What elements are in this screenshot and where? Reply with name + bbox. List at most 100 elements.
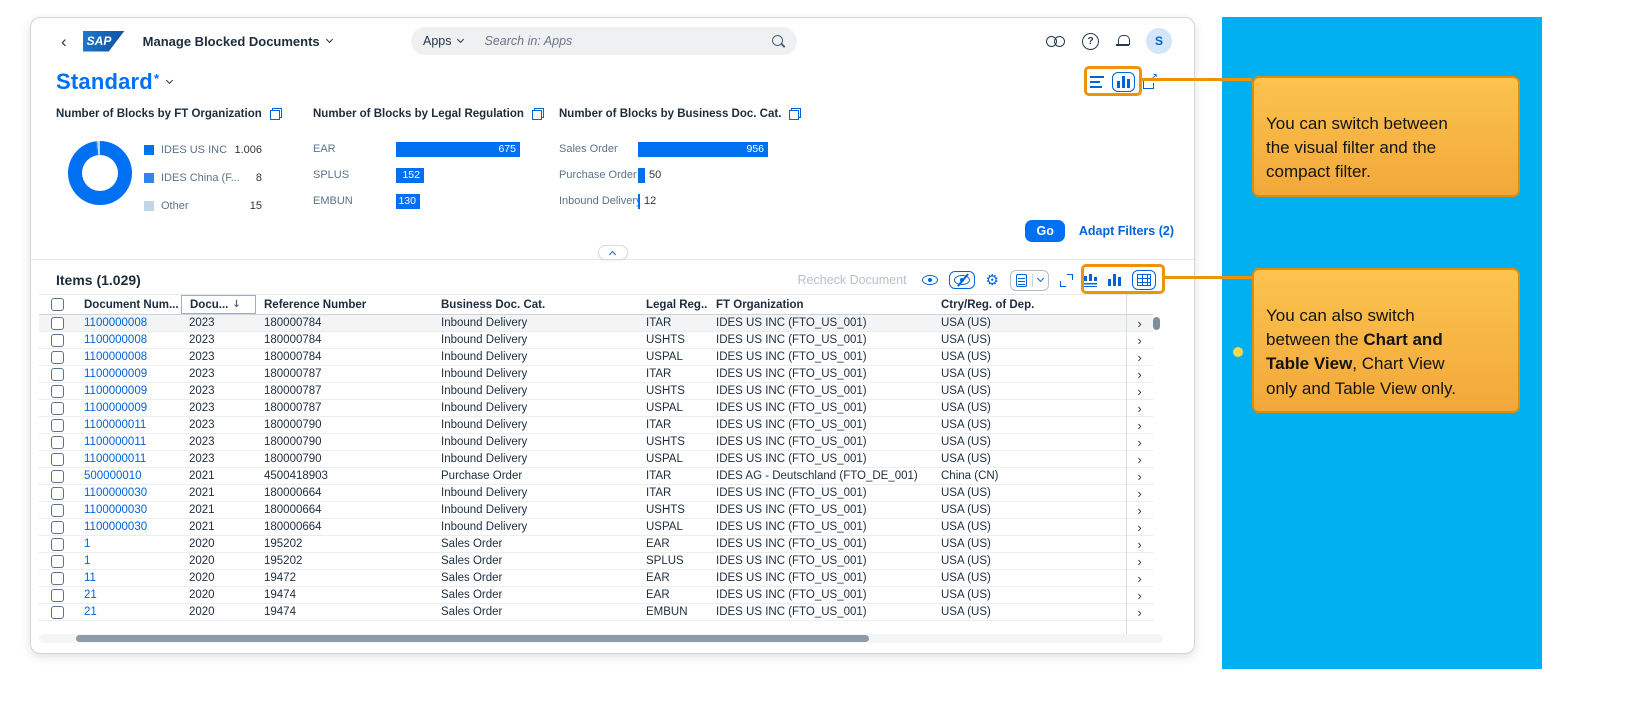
fullscreen-expand-icon[interactable] bbox=[1060, 273, 1073, 287]
table-row[interactable]: 500000010 2021 4500418903 Purchase Order ITA… bbox=[39, 468, 1153, 485]
collapse-header-button[interactable] bbox=[597, 245, 628, 260]
bar[interactable]: 130 bbox=[396, 193, 420, 209]
row-details-chevron[interactable]: › bbox=[1126, 571, 1153, 586]
table-row[interactable]: 1100000011 2023 180000790 Inbound Delivery I… bbox=[39, 417, 1153, 434]
export-split-button[interactable] bbox=[1010, 269, 1049, 291]
row-details-chevron[interactable]: › bbox=[1126, 316, 1153, 331]
row-details-chevron[interactable]: › bbox=[1126, 486, 1153, 501]
avatar[interactable]: S bbox=[1146, 28, 1172, 54]
document-number-link[interactable]: 1100000009 bbox=[76, 368, 181, 380]
document-number-link[interactable]: 1100000008 bbox=[76, 317, 181, 329]
document-number-link[interactable]: 1100000009 bbox=[76, 385, 181, 397]
horizontal-scrollbar-thumb[interactable] bbox=[76, 635, 869, 642]
table-row[interactable]: 1 2020 195202 Sales Order EAR IDES US INC (FT… bbox=[39, 536, 1153, 553]
row-details-chevron[interactable]: › bbox=[1126, 384, 1153, 399]
document-number-link[interactable]: 1100000030 bbox=[76, 504, 181, 516]
row-checkbox[interactable] bbox=[51, 605, 64, 619]
row-checkbox[interactable] bbox=[51, 435, 64, 449]
back-icon[interactable]: ‹ bbox=[61, 33, 67, 50]
bar[interactable]: 956 bbox=[638, 141, 768, 157]
row-details-chevron[interactable]: › bbox=[1126, 418, 1153, 433]
row-checkbox[interactable] bbox=[51, 503, 64, 517]
bar-row[interactable]: Purchase Order 50 bbox=[559, 162, 811, 188]
col-header-country[interactable]: Ctry/Reg. of Dep. bbox=[933, 299, 1126, 311]
row-checkbox[interactable] bbox=[51, 367, 64, 381]
table-row[interactable]: 1100000030 2021 180000664 Inbound Delivery U… bbox=[39, 502, 1153, 519]
document-number-link[interactable]: 1 bbox=[76, 538, 181, 550]
col-header-legal-regulation[interactable]: Legal Reg... bbox=[638, 299, 708, 311]
horizontal-scrollbar[interactable] bbox=[39, 634, 1163, 643]
document-number-link[interactable]: 11 bbox=[76, 572, 181, 584]
row-details-chevron[interactable]: › bbox=[1126, 367, 1153, 382]
table-row[interactable]: 1 2020 195202 Sales Order SPLUS IDES US INC (… bbox=[39, 553, 1153, 570]
binoculars-icon[interactable] bbox=[1046, 36, 1065, 47]
row-checkbox[interactable] bbox=[51, 401, 64, 415]
document-number-link[interactable]: 1 bbox=[76, 555, 181, 567]
legend-item[interactable]: IDES US INC (... 1.006 bbox=[144, 136, 262, 164]
legend-item[interactable]: Other 15 bbox=[144, 192, 262, 220]
row-details-chevron[interactable]: › bbox=[1126, 537, 1153, 552]
hide-details-button[interactable] bbox=[948, 271, 975, 289]
table-row[interactable]: 1100000030 2021 180000664 Inbound Delivery I… bbox=[39, 485, 1153, 502]
table-row[interactable]: 1100000009 2023 180000787 Inbound Delivery U… bbox=[39, 400, 1153, 417]
settings-gear-icon[interactable]: ⚙ bbox=[986, 272, 999, 288]
table-row[interactable]: 1100000030 2021 180000664 Inbound Delivery U… bbox=[39, 519, 1153, 536]
bar[interactable]: 675 bbox=[396, 141, 520, 157]
vertical-scrollbar-thumb[interactable] bbox=[1153, 317, 1160, 330]
chevron-down-icon[interactable] bbox=[165, 76, 174, 84]
document-number-link[interactable]: 1100000011 bbox=[76, 419, 181, 431]
row-checkbox[interactable] bbox=[51, 588, 64, 602]
variant-title[interactable]: Standard bbox=[56, 69, 153, 95]
ft-org-donut[interactable] bbox=[68, 141, 132, 205]
search-icon[interactable] bbox=[772, 34, 785, 48]
search-input[interactable]: Search in: Apps bbox=[463, 34, 773, 48]
row-checkbox[interactable] bbox=[51, 452, 64, 466]
row-checkbox[interactable] bbox=[51, 316, 64, 330]
row-details-chevron[interactable]: › bbox=[1126, 401, 1153, 416]
document-number-link[interactable]: 21 bbox=[76, 606, 181, 618]
copy-icon[interactable] bbox=[531, 108, 544, 120]
row-details-chevron[interactable]: › bbox=[1126, 452, 1153, 467]
help-icon[interactable]: ? bbox=[1082, 32, 1099, 50]
table-row[interactable]: 21 2020 19474 Sales Order EMBUN IDES US INC (… bbox=[39, 604, 1153, 621]
row-checkbox[interactable] bbox=[51, 333, 64, 347]
bar-row[interactable]: SPLUS 152 bbox=[313, 162, 555, 188]
document-number-link[interactable]: 1100000008 bbox=[76, 334, 181, 346]
document-number-link[interactable]: 1100000030 bbox=[76, 487, 181, 499]
row-details-chevron[interactable]: › bbox=[1126, 333, 1153, 348]
table-row[interactable]: 21 2020 19474 Sales Order EAR IDES US INC (FT… bbox=[39, 587, 1153, 604]
recheck-document-button[interactable]: Recheck Document bbox=[797, 273, 906, 287]
copy-icon[interactable] bbox=[269, 108, 282, 120]
show-details-eye-icon[interactable] bbox=[921, 275, 938, 285]
table-row[interactable]: 1100000008 2023 180000784 Inbound Delivery U… bbox=[39, 332, 1153, 349]
document-number-link[interactable]: 1100000011 bbox=[76, 453, 181, 465]
adapt-filters-link[interactable]: Adapt Filters (2) bbox=[1079, 224, 1174, 238]
row-details-chevron[interactable]: › bbox=[1126, 350, 1153, 365]
legend-item[interactable]: IDES China (F... 8 bbox=[144, 164, 262, 192]
table-row[interactable]: 1100000011 2023 180000790 Inbound Delivery U… bbox=[39, 434, 1153, 451]
row-checkbox[interactable] bbox=[51, 486, 64, 500]
col-header-reference-number[interactable]: Reference Number bbox=[256, 299, 433, 311]
bar[interactable]: 152 bbox=[396, 167, 424, 183]
table-row[interactable]: 11 2020 19472 Sales Order EAR IDES US INC (FT… bbox=[39, 570, 1153, 587]
row-checkbox[interactable] bbox=[51, 537, 64, 551]
row-checkbox[interactable] bbox=[51, 469, 64, 483]
table-row[interactable]: 1100000011 2023 180000790 Inbound Delivery U… bbox=[39, 451, 1153, 468]
row-details-chevron[interactable]: › bbox=[1126, 588, 1153, 603]
table-row[interactable]: 1100000008 2023 180000784 Inbound Delivery U… bbox=[39, 349, 1153, 366]
bar[interactable] bbox=[638, 193, 640, 209]
document-number-link[interactable]: 1100000030 bbox=[76, 521, 181, 533]
document-number-link[interactable]: 21 bbox=[76, 589, 181, 601]
col-header-document-year[interactable]: Docu... ↓ bbox=[181, 295, 256, 314]
row-details-chevron[interactable]: › bbox=[1126, 435, 1153, 450]
row-details-chevron[interactable]: › bbox=[1126, 605, 1153, 620]
document-number-link[interactable]: 1100000009 bbox=[76, 402, 181, 414]
row-checkbox[interactable] bbox=[51, 384, 64, 398]
shell-search[interactable]: Apps Search in: Apps bbox=[411, 27, 797, 55]
document-number-link[interactable]: 1100000011 bbox=[76, 436, 181, 448]
go-button[interactable]: Go bbox=[1025, 220, 1065, 242]
col-header-ft-organization[interactable]: FT Organization bbox=[708, 299, 933, 311]
copy-icon[interactable] bbox=[789, 108, 802, 120]
bar-row[interactable]: Sales Order 956 bbox=[559, 136, 811, 162]
table-row[interactable]: 1100000009 2023 180000787 Inbound Delivery U… bbox=[39, 383, 1153, 400]
